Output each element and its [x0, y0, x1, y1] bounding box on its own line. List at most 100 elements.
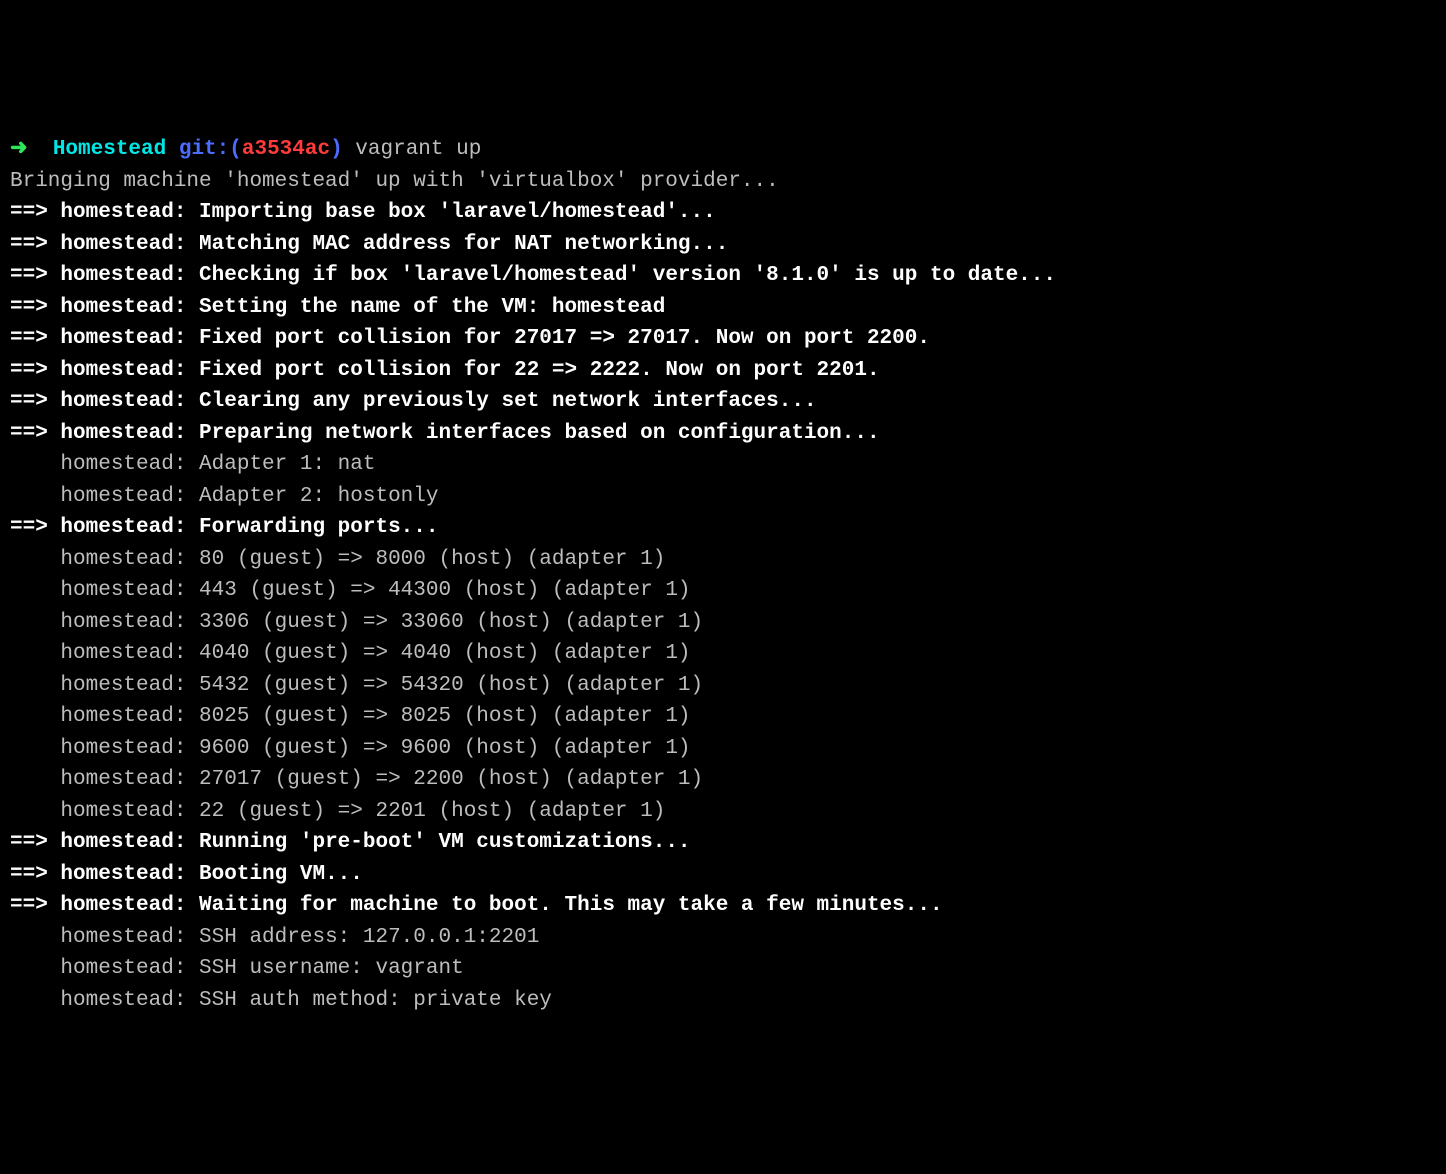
output-text: 4040 (guest) => 4040 (host) (adapter 1)	[199, 642, 690, 665]
machine-label: homestead:	[60, 264, 199, 287]
output-text: 27017 (guest) => 2200 (host) (adapter 1)	[199, 768, 703, 791]
output-line: homestead: 80 (guest) => 8000 (host) (ad…	[10, 544, 1436, 576]
output-line: ==> homestead: Importing base box 'larav…	[10, 197, 1436, 229]
machine-label: homestead:	[60, 800, 199, 823]
machine-label: homestead:	[60, 611, 199, 634]
machine-label: homestead:	[60, 296, 199, 319]
output-line: ==> homestead: Preparing network interfa…	[10, 418, 1436, 450]
output-line: homestead: 5432 (guest) => 54320 (host) …	[10, 670, 1436, 702]
output-text: Adapter 1: nat	[199, 453, 375, 476]
machine-label: homestead:	[60, 705, 199, 728]
git-label: git:(	[179, 138, 242, 161]
command-text: vagrant up	[355, 138, 481, 161]
output-text: 9600 (guest) => 9600 (host) (adapter 1)	[199, 737, 690, 760]
machine-label: homestead:	[60, 957, 199, 980]
arrow-prefix-icon: ==>	[10, 264, 60, 287]
output-text: 5432 (guest) => 54320 (host) (adapter 1)	[199, 674, 703, 697]
machine-label: homestead:	[60, 548, 199, 571]
machine-label: homestead:	[60, 579, 199, 602]
git-close: )	[330, 138, 343, 161]
output-line: homestead: 27017 (guest) => 2200 (host) …	[10, 764, 1436, 796]
machine-label: homestead:	[60, 516, 199, 539]
output-text: Adapter 2: hostonly	[199, 485, 438, 508]
machine-label: homestead:	[60, 831, 199, 854]
git-ref: a3534ac	[242, 138, 330, 161]
machine-label: homestead:	[60, 737, 199, 760]
arrow-prefix-icon: ==>	[10, 296, 60, 319]
output-line: homestead: 443 (guest) => 44300 (host) (…	[10, 575, 1436, 607]
machine-label: homestead:	[60, 989, 199, 1012]
output-text: Booting VM...	[199, 863, 363, 886]
machine-label: homestead:	[60, 894, 199, 917]
prompt-dir: Homestead	[53, 138, 166, 161]
arrow-prefix-icon: ==>	[10, 894, 60, 917]
prompt-arrow-icon: ➜	[10, 138, 53, 161]
output-text: Importing base box 'laravel/homestead'..…	[199, 201, 716, 224]
arrow-prefix-icon: ==>	[10, 422, 60, 445]
output-text: Setting the name of the VM: homestead	[199, 296, 665, 319]
output-line: homestead: 3306 (guest) => 33060 (host) …	[10, 607, 1436, 639]
output-line: homestead: SSH address: 127.0.0.1:2201	[10, 922, 1436, 954]
output-line: homestead: Adapter 1: nat	[10, 449, 1436, 481]
output-text: Preparing network interfaces based on co…	[199, 422, 880, 445]
output-text: Forwarding ports...	[199, 516, 438, 539]
output-line: homestead: 4040 (guest) => 4040 (host) (…	[10, 638, 1436, 670]
output-line: homestead: SSH auth method: private key	[10, 985, 1436, 1017]
output-line: ==> homestead: Waiting for machine to bo…	[10, 890, 1436, 922]
output-line: homestead: 8025 (guest) => 8025 (host) (…	[10, 701, 1436, 733]
machine-label: homestead:	[60, 926, 199, 949]
output-line: ==> homestead: Setting the name of the V…	[10, 292, 1436, 324]
output-text: Fixed port collision for 27017 => 27017.…	[199, 327, 930, 350]
output-line: ==> homestead: Fixed port collision for …	[10, 355, 1436, 387]
output-text: Running 'pre-boot' VM customizations...	[199, 831, 690, 854]
machine-label: homestead:	[60, 485, 199, 508]
output-text: Checking if box 'laravel/homestead' vers…	[199, 264, 1056, 287]
machine-label: homestead:	[60, 327, 199, 350]
output-text: Matching MAC address for NAT networking.…	[199, 233, 728, 256]
arrow-prefix-icon: ==>	[10, 516, 60, 539]
terminal-output[interactable]: ➜ Homestead git:(a3534ac) vagrant up Brin…	[10, 134, 1436, 1016]
arrow-prefix-icon: ==>	[10, 359, 60, 382]
output-text: 22 (guest) => 2201 (host) (adapter 1)	[199, 800, 665, 823]
arrow-prefix-icon: ==>	[10, 327, 60, 350]
output-line: ==> homestead: Fixed port collision for …	[10, 323, 1436, 355]
machine-label: homestead:	[60, 642, 199, 665]
arrow-prefix-icon: ==>	[10, 233, 60, 256]
arrow-prefix-icon: ==>	[10, 863, 60, 886]
output-line: homestead: 9600 (guest) => 9600 (host) (…	[10, 733, 1436, 765]
output-line: ==> homestead: Booting VM...	[10, 859, 1436, 891]
output-line: Bringing machine 'homestead' up with 'vi…	[10, 166, 1436, 198]
prompt-line: ➜ Homestead git:(a3534ac) vagrant up	[10, 134, 1436, 166]
output-line: ==> homestead: Forwarding ports...	[10, 512, 1436, 544]
machine-label: homestead:	[60, 201, 199, 224]
output-line: homestead: SSH username: vagrant	[10, 953, 1436, 985]
output-text: 3306 (guest) => 33060 (host) (adapter 1)	[199, 611, 703, 634]
arrow-prefix-icon: ==>	[10, 390, 60, 413]
output-text: Clearing any previously set network inte…	[199, 390, 817, 413]
machine-label: homestead:	[60, 390, 199, 413]
output-line: ==> homestead: Matching MAC address for …	[10, 229, 1436, 261]
output-line: homestead: Adapter 2: hostonly	[10, 481, 1436, 513]
machine-label: homestead:	[60, 674, 199, 697]
arrow-prefix-icon: ==>	[10, 201, 60, 224]
machine-label: homestead:	[60, 453, 199, 476]
machine-label: homestead:	[60, 768, 199, 791]
arrow-prefix-icon: ==>	[10, 831, 60, 854]
output-text: Waiting for machine to boot. This may ta…	[199, 894, 943, 917]
output-line: ==> homestead: Checking if box 'laravel/…	[10, 260, 1436, 292]
output-line: homestead: 22 (guest) => 2201 (host) (ad…	[10, 796, 1436, 828]
output-text: 8025 (guest) => 8025 (host) (adapter 1)	[199, 705, 690, 728]
output-line: ==> homestead: Clearing any previously s…	[10, 386, 1436, 418]
output-text: Fixed port collision for 22 => 2222. Now…	[199, 359, 880, 382]
output-text: SSH username: vagrant	[199, 957, 464, 980]
output-text: SSH address: 127.0.0.1:2201	[199, 926, 539, 949]
output-text: 80 (guest) => 8000 (host) (adapter 1)	[199, 548, 665, 571]
machine-label: homestead:	[60, 863, 199, 886]
machine-label: homestead:	[60, 422, 199, 445]
output-text: 443 (guest) => 44300 (host) (adapter 1)	[199, 579, 690, 602]
output-line: ==> homestead: Running 'pre-boot' VM cus…	[10, 827, 1436, 859]
output-text: Bringing machine 'homestead' up with 'vi…	[10, 170, 779, 193]
machine-label: homestead:	[60, 233, 199, 256]
machine-label: homestead:	[60, 359, 199, 382]
output-text: SSH auth method: private key	[199, 989, 552, 1012]
